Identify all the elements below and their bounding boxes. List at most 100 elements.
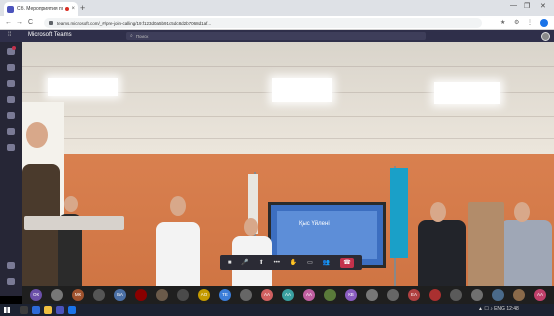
- ceiling: [22, 42, 554, 154]
- chrome-icon[interactable]: [68, 306, 76, 314]
- person-head: [514, 202, 530, 222]
- browser-toolbar: ← → C teams.microsoft.com/_#/pre-join-ca…: [0, 16, 554, 30]
- teams-app-rail: [0, 42, 22, 296]
- participants-icon[interactable]: 👥: [323, 259, 330, 267]
- participant-avatar[interactable]: [471, 289, 483, 301]
- close-window-button[interactable]: ✕: [540, 2, 546, 10]
- search-taskbar-icon[interactable]: [20, 306, 28, 314]
- participant-avatar[interactable]: АА: [261, 289, 273, 301]
- teams-rail-icon[interactable]: [7, 80, 15, 87]
- ceiling-light: [272, 78, 332, 102]
- minimize-button[interactable]: —: [510, 2, 517, 9]
- forward-button[interactable]: →: [16, 18, 23, 27]
- search-icon: ⌕: [130, 33, 133, 39]
- student-girl-1: [156, 222, 200, 296]
- kazakhstan-flag: [390, 168, 408, 258]
- ceiling-light: [434, 82, 500, 104]
- screenshot-root: Сб. Мероприятия по Собранию... × + — ❐ ✕…: [0, 0, 554, 316]
- participant-avatar[interactable]: [177, 289, 189, 301]
- url-text: teams.microsoft.com/_#/pre-join-calling/…: [57, 20, 212, 26]
- participant-avatar[interactable]: КВ: [345, 289, 357, 301]
- mic-icon[interactable]: 🎤: [241, 259, 248, 267]
- participant-avatar[interactable]: АА: [303, 289, 315, 301]
- camera-icon[interactable]: ■: [228, 259, 232, 267]
- teacher-man: [418, 220, 466, 296]
- participant-avatar[interactable]: [324, 289, 336, 301]
- tab-close-icon[interactable]: ×: [71, 6, 75, 12]
- ceiling-light: [48, 78, 118, 96]
- teams-taskbar-icon[interactable]: [56, 306, 64, 314]
- cabinet: [468, 202, 504, 296]
- call-controls-bar: ■ 🎤 ⬆ ••• ✋ ▭ 👥 ☎: [220, 255, 362, 270]
- participant-avatar[interactable]: ОК: [30, 289, 42, 301]
- teacher-woman: [500, 220, 552, 296]
- participant-avatar[interactable]: [429, 289, 441, 301]
- participant-avatar[interactable]: АО: [198, 289, 210, 301]
- ceiling-grid-line: [22, 116, 554, 117]
- chat-rail-icon[interactable]: [7, 64, 15, 71]
- app-launcher-icon[interactable]: ⁞⁞: [8, 32, 11, 38]
- share-icon[interactable]: ⬆: [259, 259, 264, 267]
- files-rail-icon[interactable]: [7, 144, 15, 151]
- tab-title: Сб. Мероприятия по Собранию...: [17, 6, 64, 12]
- person-left: [22, 164, 60, 296]
- teams-favicon-icon: [7, 5, 14, 13]
- person-head: [64, 196, 78, 212]
- participant-avatar[interactable]: [135, 289, 147, 301]
- back-button[interactable]: ←: [5, 18, 12, 27]
- participant-avatar[interactable]: ТЕ: [219, 289, 231, 301]
- profile-avatar[interactable]: [540, 19, 548, 27]
- participant-avatar[interactable]: БА: [114, 289, 126, 301]
- help-rail-icon[interactable]: [7, 278, 15, 285]
- participants-strip: ОК МК БА АО ТЕ АА АА АА КВ ЕА АА: [22, 286, 554, 304]
- person-head: [26, 122, 48, 148]
- search-input[interactable]: ⌕ Поиск: [126, 32, 426, 40]
- participant-avatar[interactable]: [387, 289, 399, 301]
- app-title: Microsoft Teams: [28, 32, 72, 38]
- menu-icon[interactable]: ⋮: [527, 19, 533, 26]
- apps-rail-icon[interactable]: [7, 262, 15, 269]
- person-head: [170, 196, 186, 216]
- participant-avatar[interactable]: [366, 289, 378, 301]
- projection-content: Қыс Үйлені: [277, 211, 377, 259]
- ceiling-grid-line: [22, 66, 554, 67]
- teams-header: ⁞⁞ Microsoft Teams ⌕ Поиск: [0, 30, 554, 42]
- new-tab-button[interactable]: +: [80, 3, 85, 13]
- calls-rail-icon[interactable]: [7, 128, 15, 135]
- calendar-rail-icon[interactable]: [7, 112, 15, 119]
- address-bar[interactable]: teams.microsoft.com/_#/pre-join-calling/…: [44, 18, 482, 28]
- browser-tab[interactable]: Сб. Мероприятия по Собранию... ×: [4, 2, 78, 16]
- participant-avatar[interactable]: [51, 289, 63, 301]
- extensions-menu-icon[interactable]: ⚙: [514, 19, 519, 26]
- user-avatar[interactable]: [541, 32, 550, 41]
- recording-dot-icon: [65, 7, 70, 11]
- person-head: [430, 202, 446, 222]
- extension-icon[interactable]: ★: [500, 19, 505, 26]
- participant-avatar[interactable]: [492, 289, 504, 301]
- participant-avatar[interactable]: [240, 289, 252, 301]
- maximize-button[interactable]: ❐: [524, 2, 530, 10]
- assignments-rail-icon[interactable]: [7, 96, 15, 103]
- participant-avatar[interactable]: АА: [282, 289, 294, 301]
- lock-icon: [49, 21, 53, 25]
- start-icon[interactable]: [4, 307, 10, 313]
- edge-icon[interactable]: [32, 306, 40, 314]
- ceiling-grid-line: [22, 138, 554, 139]
- participant-avatar[interactable]: [93, 289, 105, 301]
- participant-avatar[interactable]: АА: [534, 289, 546, 301]
- participant-avatar[interactable]: [156, 289, 168, 301]
- folder-icon[interactable]: [44, 306, 52, 314]
- hangup-button[interactable]: ☎: [340, 257, 355, 268]
- person-head: [244, 218, 258, 236]
- participant-avatar[interactable]: ЕА: [408, 289, 420, 301]
- chat-icon[interactable]: ▭: [307, 259, 313, 267]
- raise-hand-icon[interactable]: ✋: [290, 259, 297, 267]
- search-placeholder: Поиск: [135, 33, 149, 39]
- participant-avatar[interactable]: [513, 289, 525, 301]
- more-icon[interactable]: •••: [274, 259, 280, 267]
- system-tray: ▲ ☐ ♪ ENG 12:48: [478, 306, 519, 312]
- reload-button[interactable]: C: [28, 18, 33, 27]
- participant-avatar[interactable]: [450, 289, 462, 301]
- participant-avatar[interactable]: МК: [72, 289, 84, 301]
- browser-tabstrip: Сб. Мероприятия по Собранию... × + — ❐ ✕: [0, 0, 554, 16]
